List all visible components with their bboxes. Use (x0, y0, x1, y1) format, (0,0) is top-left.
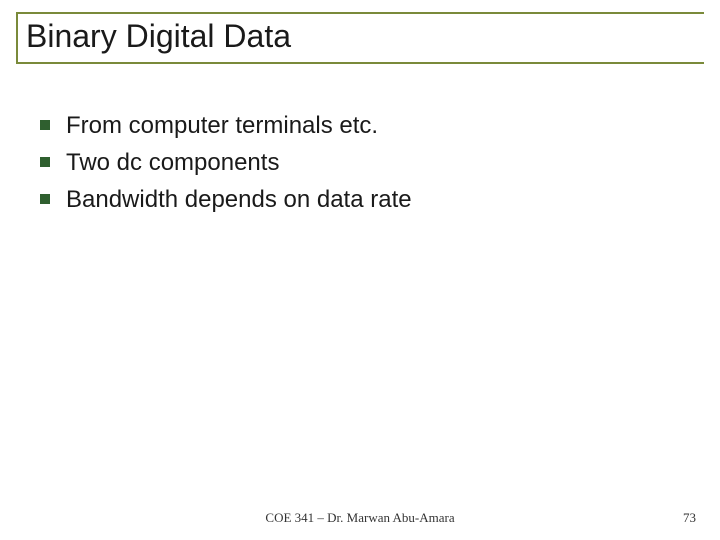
title-rule-top (16, 12, 704, 14)
bullet-icon (40, 120, 50, 130)
list-item: Bandwidth depends on data rate (40, 184, 680, 215)
list-item: From computer terminals etc. (40, 110, 680, 141)
bullet-text: Bandwidth depends on data rate (66, 184, 412, 215)
list-item: Two dc components (40, 147, 680, 178)
bullet-list: From computer terminals etc. Two dc comp… (40, 110, 680, 222)
slide-title: Binary Digital Data (26, 18, 291, 55)
title-rule-bottom (16, 62, 704, 64)
bullet-icon (40, 157, 50, 167)
footer-text: COE 341 – Dr. Marwan Abu-Amara (0, 510, 720, 526)
bullet-text: From computer terminals etc. (66, 110, 378, 141)
bullet-icon (40, 194, 50, 204)
slide: Binary Digital Data From computer termin… (0, 0, 720, 540)
title-rule-left (16, 12, 18, 62)
bullet-text: Two dc components (66, 147, 279, 178)
page-number: 73 (683, 510, 696, 526)
